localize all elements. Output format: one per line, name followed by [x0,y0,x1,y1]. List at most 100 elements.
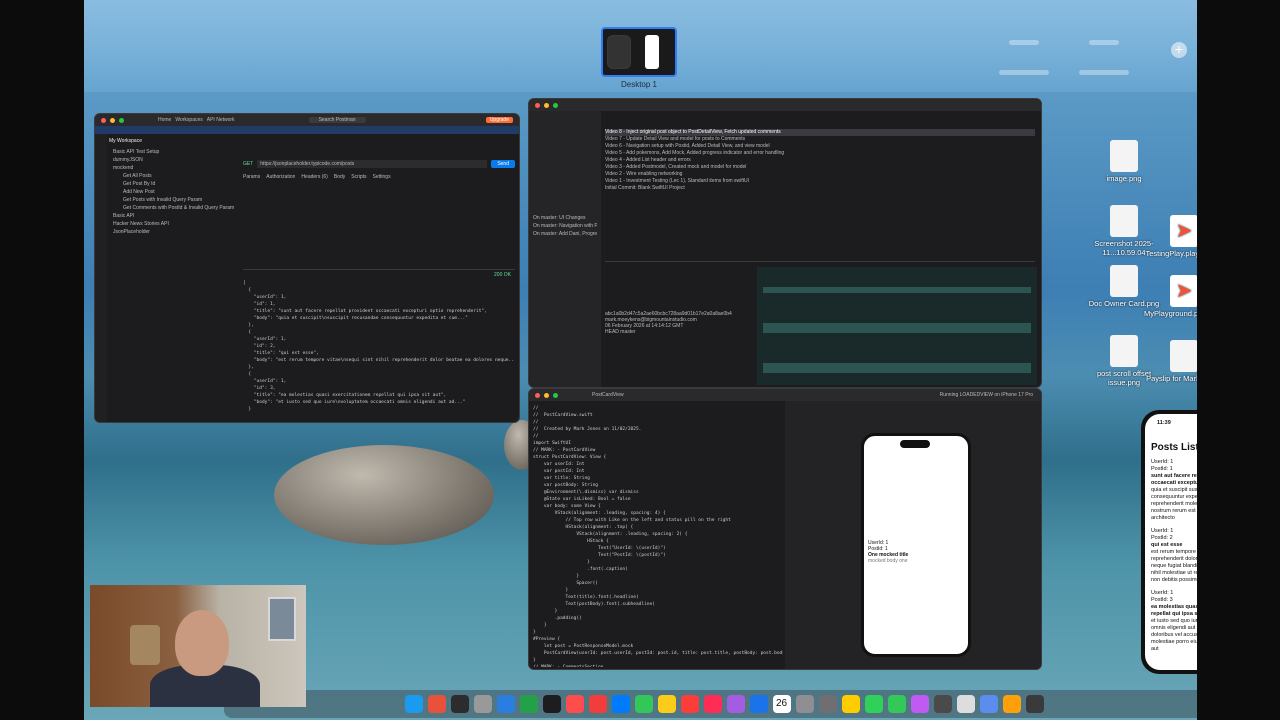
xcode-file-tab[interactable]: PostCardView [592,392,624,398]
collection-item[interactable]: Basic API Test Setup [109,148,239,156]
dock-app-icon[interactable] [634,695,653,713]
post-body: et iusto sed quo iure voluptatem occaeca… [1151,618,1197,652]
code-line: } [533,623,547,628]
request-tab[interactable]: Params [243,174,260,180]
spaces-bar: Desktop 1 + [84,0,1197,92]
response-line: } [243,407,252,412]
code-editor[interactable]: // // PostCardView.swift // // Created by M… [533,405,783,667]
ios-simulator[interactable]: 11:39 Posts List 📝 UserId: 1PostId: 1sun… [1141,410,1197,674]
request-tab[interactable]: Authorization [266,174,295,180]
preview-phone: UserId: 1 PostId: 1 One mocked title moc… [861,433,971,657]
code-line: // MARK: - PostCardView [533,448,596,453]
request-tab[interactable]: Settings [373,174,391,180]
desktop-thumbnail[interactable] [601,27,677,77]
dock-app-icon[interactable] [749,695,768,713]
dock-app-icon[interactable] [680,695,699,713]
dock-app-icon[interactable] [979,695,998,713]
desktop-label[interactable]: Desktop 1 [589,80,689,89]
desktop-icon-label: MyPlayground.playground [1144,309,1197,318]
send-button[interactable]: Send [491,160,515,168]
request-tab[interactable]: Headers (6) [301,174,327,180]
code-line: } [533,574,580,579]
dock-app-icon[interactable] [703,695,722,713]
dock-app-icon[interactable] [542,695,561,713]
dock-app-icon[interactable] [450,695,469,713]
desktop-icon[interactable]: Payslip for Mark Jones [1144,340,1197,383]
dock-app-icon[interactable] [795,695,814,713]
collection-item[interactable]: JsonPlaceholder [109,228,239,236]
commit-row[interactable]: Video 6 - Navigation setup with Postid, … [605,143,1035,150]
collection-item[interactable]: Add New Post [109,188,239,196]
desktop-icon[interactable]: ➤ MyPlayground.playground [1144,275,1197,318]
xcode-titlebar: PostCardView Running LOADEDVIEW on iPhon… [529,389,1041,401]
dock-app-icon[interactable] [473,695,492,713]
dock-app-icon[interactable] [933,695,952,713]
status-time: 11:39 [1157,420,1171,426]
xcode-window[interactable]: PostCardView Running LOADEDVIEW on iPhon… [528,388,1042,670]
collection-item[interactable]: dummyJSON [109,156,239,164]
url-input[interactable]: https://jsonplaceholder.typicode.com/pos… [257,160,488,168]
post-card[interactable]: UserId: 1PostId: 3ea molestias quasi exe… [1151,590,1197,653]
collection-item[interactable]: Get Posts with Invalid Query Param [109,196,239,204]
branch-item[interactable]: On master: Add Dani, Progress, Empty... [533,231,597,237]
dock-app-icon[interactable] [841,695,860,713]
dock-app-icon[interactable] [1002,695,1021,713]
dock-app-icon[interactable]: 26 [772,695,791,713]
dock-app-icon[interactable] [864,695,883,713]
dock-app-icon[interactable] [657,695,676,713]
dock-app-icon[interactable] [611,695,630,713]
run-destination[interactable]: Running LOADEDVIEW on iPhone 17 Pro [940,392,1033,398]
commit-row[interactable]: Video 8 - Inject original post object to… [605,129,1035,136]
collection-item[interactable]: Get Post By Id [109,180,239,188]
dock-app-icon[interactable] [565,695,584,713]
dock-app-icon[interactable] [726,695,745,713]
dock-app-icon[interactable] [519,695,538,713]
code-line: Text(postBody).font(.subheadline) [533,602,655,607]
collection-item[interactable]: mockend [109,164,239,172]
dock-app-icon[interactable] [818,695,837,713]
commit-row[interactable]: Video 7 - Update Detail View and model f… [605,136,1035,143]
method-select[interactable]: GET [243,161,253,167]
dock-app-icon[interactable] [588,695,607,713]
postman-nav-home[interactable]: Home [158,117,171,123]
commit-row[interactable]: Video 4 - Added List header and errors [605,157,1035,164]
desktop-icon[interactable]: image.png [1084,140,1164,183]
dock-app-icon[interactable] [887,695,906,713]
dock-app-icon[interactable] [1025,695,1044,713]
commit-row[interactable]: Video 1 - Investment Testing (Lec 1), St… [605,178,1035,185]
commit-row[interactable]: Initial Commit: Blank SwiftUI Project [605,185,1035,192]
request-tab[interactable]: Scripts [351,174,366,180]
commit-row[interactable]: Video 2 - Wire enabling networking [605,171,1035,178]
collection-item[interactable]: Basic API [109,212,239,220]
post-card[interactable]: UserId: 1 PostId: 2 qui est esse est rerum … [1151,528,1197,584]
post-card[interactable]: UserId: 1PostId: 1sunt aut facere repell… [1151,459,1197,522]
add-desktop-button[interactable]: + [1171,42,1187,58]
branch-item[interactable]: On master: UI Changes [533,215,597,221]
commit-row[interactable]: Video 5 - Add pokemons, Add Mock, Added … [605,150,1035,157]
git-client-window[interactable]: On master: UI Changes On master: Navigati… [528,98,1042,388]
posts-list-title: Posts List 📝 [1151,442,1197,453]
postman-search-input[interactable]: Search Postman [308,117,366,123]
collection-item[interactable]: Get All Posts [109,172,239,180]
collection-item[interactable]: Get Comments with PostId & Invalid Query… [109,204,239,212]
dock-app-icon[interactable] [404,695,423,713]
request-tab[interactable]: Body [334,174,345,180]
postman-nav-api-network[interactable]: API Network [207,117,235,123]
response-line: "id": 1, [243,302,276,307]
commit-row[interactable]: Video 3 - Added Postmodel, Created mock … [605,164,1035,171]
collection-item[interactable]: Hacker News Stories API [109,220,239,228]
branch-item[interactable]: On master: Navigation with Parent, Post.… [533,223,597,229]
dock-app-icon[interactable] [956,695,975,713]
dock-app-icon[interactable] [910,695,929,713]
simulator-screen[interactable]: 11:39 Posts List 📝 UserId: 1PostId: 1sun… [1145,414,1197,670]
code-line: // Top row with Like on the left and sta… [533,518,731,523]
postman-nav-workspaces[interactable]: Workspaces [175,117,202,123]
code-line: @State var isLiked: Bool = false [533,497,631,502]
dock-app-icon[interactable] [496,695,515,713]
desktop-icon[interactable]: ➤ TestingPlay.playground [1144,215,1197,258]
postman-sidebar: My Workspace Basic API Test Setup dummyJS… [109,138,239,236]
dock-app-icon[interactable] [427,695,446,713]
posts-list[interactable]: UserId: 1PostId: 1sunt aut facere repell… [1145,459,1197,653]
postman-upgrade-button[interactable]: Upgrade [485,117,513,123]
postman-window[interactable]: Home Workspaces API Network Search Postm… [94,113,520,423]
